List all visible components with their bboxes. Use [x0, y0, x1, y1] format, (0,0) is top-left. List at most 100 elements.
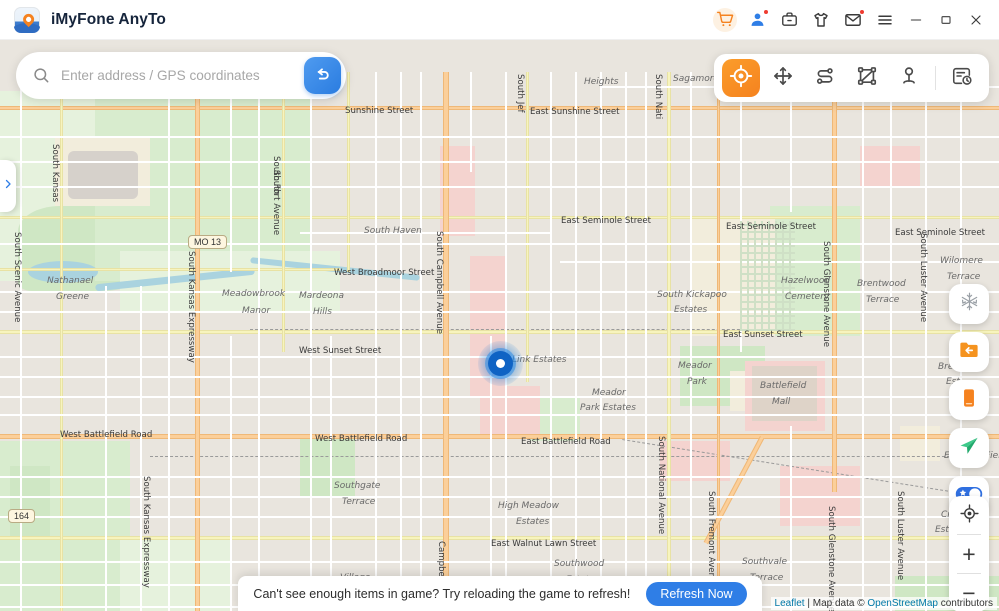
folder-arrow-icon: [958, 339, 980, 366]
map-label: Mall: [772, 397, 791, 407]
maximize-icon[interactable]: [931, 4, 961, 36]
joystick-mode-button[interactable]: [764, 59, 802, 97]
menu-icon[interactable]: [869, 4, 901, 36]
map-label: Hills: [313, 307, 332, 317]
map-canvas[interactable]: Sunshine Street East Sunshine Street East …: [0, 36, 999, 611]
map-label: South Campbell Avenue: [434, 231, 444, 334]
map-attribution: Leaflet | Map data © OpenStreetMap contr…: [770, 597, 997, 610]
map-label: South Fremont Avenue: [706, 491, 716, 589]
map-label: South Luster Avenue: [918, 233, 928, 323]
locate-me-button[interactable]: [949, 496, 989, 534]
mail-badge-dot: [859, 8, 865, 15]
map-label: East Seminole Street: [726, 222, 816, 232]
zoom-controls: + −: [949, 496, 989, 611]
map-label: Terrace: [947, 272, 981, 282]
refresh-now-button[interactable]: Refresh Now: [646, 581, 747, 606]
map-label: West Sunset Street: [299, 346, 382, 356]
map-label: Sunshine Street: [345, 106, 414, 116]
target-icon: [729, 64, 753, 93]
map-tiles: Sunshine Street East Sunshine Street East …: [0, 36, 999, 611]
minimize-icon[interactable]: [901, 4, 931, 36]
phone-icon: [958, 387, 980, 414]
account-badge-dot: [763, 8, 769, 15]
map-label: Meador: [678, 361, 712, 371]
map-label: South Kansas Expressway: [141, 476, 151, 588]
map-label: South Nati: [653, 74, 663, 120]
map-label: Southvale: [742, 557, 788, 567]
multi-spot-route-icon: [856, 65, 878, 92]
account-icon[interactable]: [741, 4, 773, 36]
map-label: Wilomere: [940, 256, 983, 266]
cooldown-timer-button[interactable]: [949, 284, 989, 324]
leaflet-link[interactable]: Leaflet: [775, 598, 805, 609]
tshirt-icon[interactable]: [805, 4, 837, 36]
route-shield: 164: [8, 509, 36, 523]
openstreetmap-link[interactable]: OpenStreetMap: [867, 598, 938, 609]
map-label: East Sunshine Street: [530, 107, 620, 117]
map-label: East Seminole Street: [895, 228, 985, 238]
device-button[interactable]: [949, 380, 989, 420]
map-label: South Jef: [515, 74, 525, 113]
title-bar: iMyFone AnyTo: [0, 0, 999, 40]
application-window: Sunshine Street East Sunshine Street East …: [0, 0, 999, 611]
map-label: Manor: [242, 306, 271, 316]
briefcase-icon[interactable]: [773, 4, 805, 36]
map-label: East Walnut Lawn Street: [491, 539, 597, 549]
map-label: Battlefield: [760, 381, 807, 391]
map-label: South Glenstone Avenue: [826, 506, 836, 611]
app-title: iMyFone AnyTo: [51, 10, 166, 28]
map-label: Meadowbrook: [222, 289, 286, 299]
joystick-stick-icon: [898, 65, 920, 92]
expand-panel-handle[interactable]: [0, 160, 16, 212]
mode-toolbar: [714, 54, 989, 102]
map-label: Estates: [674, 305, 708, 315]
two-spot-route-icon: [814, 65, 836, 92]
search-icon: [32, 66, 51, 85]
snowflake-icon: [959, 291, 980, 317]
attribution-separator: | Map data ©: [804, 598, 868, 609]
map-label: South Fort Avenue: [271, 156, 281, 236]
four-arrows-icon: [772, 65, 794, 92]
crosshair-icon: [959, 503, 980, 528]
teleport-mode-button[interactable]: [722, 59, 760, 97]
cart-icon[interactable]: [709, 4, 741, 36]
title-bar-actions: [709, 4, 991, 36]
attribution-suffix: contributors: [937, 598, 993, 609]
map-label: Terrace: [342, 497, 376, 507]
map-label: Park Estates: [580, 403, 636, 413]
two-spot-mode-button[interactable]: [806, 59, 844, 97]
map-label: East Seminole Street: [561, 216, 651, 226]
map-label: Greene: [56, 292, 89, 302]
app-logo-icon: [14, 6, 40, 33]
send-location-button[interactable]: [949, 428, 989, 468]
map-label: Hazelwood: [781, 276, 831, 286]
chevron-right-icon: [2, 177, 14, 196]
map-label: Southgate: [334, 481, 381, 491]
map-label: South: [271, 170, 281, 195]
map-label: South Kansas Expressway: [186, 251, 196, 363]
map-label: Mardeona: [299, 291, 344, 301]
search-input[interactable]: [61, 68, 304, 83]
map-label: South Haven: [364, 226, 422, 236]
map-label: West Battlefield Road: [60, 430, 153, 440]
multi-spot-mode-button[interactable]: [848, 59, 886, 97]
map-label: Nathanael: [47, 276, 94, 286]
map-label: South National Avenue: [656, 436, 666, 535]
jump-teleport-mode-button[interactable]: [890, 59, 928, 97]
paper-plane-icon: [958, 435, 980, 462]
mail-icon[interactable]: [837, 4, 869, 36]
import-gpx-button[interactable]: [949, 332, 989, 372]
map-label: Terrace: [866, 295, 900, 305]
toast-message: Can't see enough items in game? Try relo…: [253, 586, 631, 601]
refresh-toast: Can't see enough items in game? Try relo…: [238, 576, 762, 611]
close-icon[interactable]: [961, 4, 991, 36]
map-label: Park: [687, 377, 707, 387]
toolbar-divider: [935, 66, 936, 90]
map-label: Cemetery: [785, 292, 830, 302]
map-label: Heights: [584, 77, 619, 87]
search-go-button[interactable]: [304, 57, 341, 94]
map-side-buttons: [949, 284, 989, 516]
map-label: Estates: [516, 517, 550, 527]
history-records-button[interactable]: [943, 59, 981, 97]
zoom-in-button[interactable]: +: [949, 535, 989, 573]
